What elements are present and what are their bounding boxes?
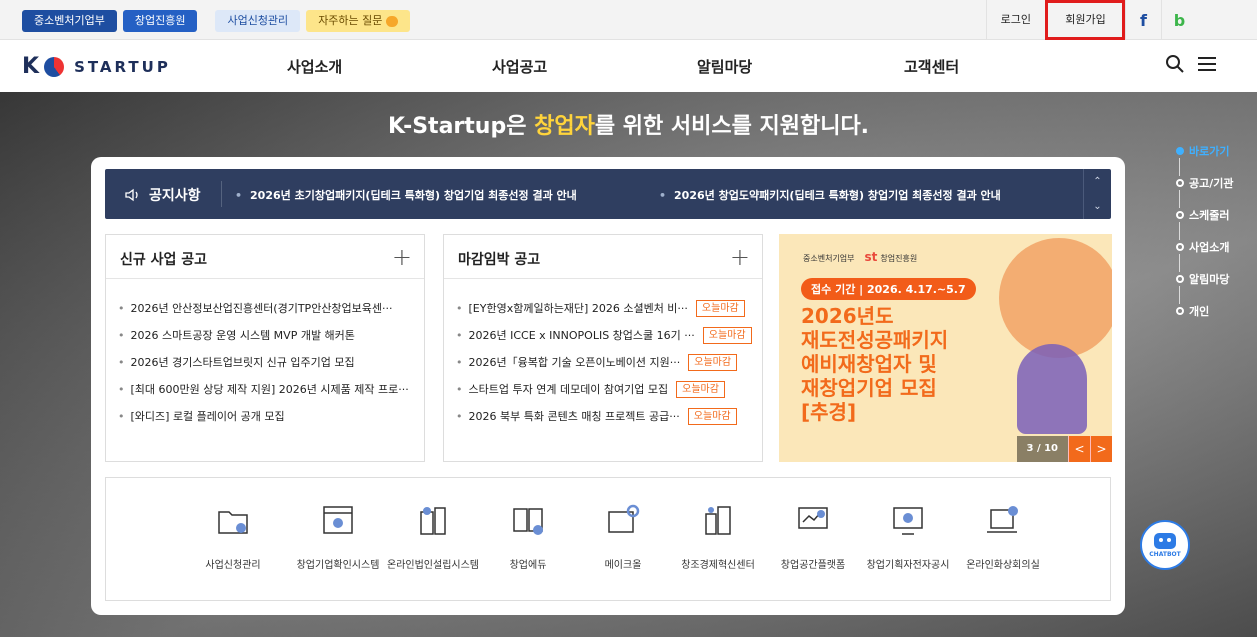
- city-icon: [705, 506, 731, 535]
- notice-item[interactable]: 2026년 창업도약패키지(딥테크 특화형) 창업기업 최종선정 결과 안내: [659, 187, 1001, 203]
- chatbot-label: CHATBOT: [1149, 550, 1181, 558]
- robot-icon: [1154, 532, 1176, 549]
- building-icon: [420, 507, 446, 535]
- list-item[interactable]: • 2026 북부 특화 콘텐츠 매칭 프로젝트 공급··· 오늘마감: [456, 403, 752, 430]
- plus-icon[interactable]: +: [392, 243, 412, 271]
- service-makeall[interactable]: 메이크올: [578, 478, 668, 602]
- book-icon: [513, 508, 543, 535]
- hero-title: K-Startup은 창업자를 위한 서비스를 지원합니다.: [387, 114, 870, 139]
- service-creative-economy[interactable]: 창조경제혁신센터: [673, 478, 763, 602]
- main-panel: 공지사항 2026년 초기창업패키지(딥테크 특화형) 창업기업 최종선정 결과…: [91, 157, 1125, 615]
- banner-headline: 2026년도 재도전성공패키지 예비재창업자 및 재창업기업 모집 [추경]: [801, 304, 949, 424]
- quicknav-personal[interactable]: 개인: [1176, 304, 1256, 318]
- faq-label: 자주하는 질문: [318, 14, 383, 27]
- deadline-today-badge: 오늘마감: [676, 381, 725, 398]
- monitor-icon: [893, 507, 923, 535]
- dot-icon: [1176, 243, 1184, 251]
- speaker-icon: [125, 188, 138, 202]
- nav-business-notice[interactable]: 사업공고: [492, 56, 547, 77]
- dot-icon: [1176, 211, 1184, 219]
- chevron-right-icon[interactable]: >: [1090, 436, 1112, 462]
- deadline-title: 마감임박 공고: [458, 252, 541, 268]
- illustration-person: [999, 238, 1112, 358]
- list-item[interactable]: • 2026년 경기스타트업브릿지 신규 입주기업 모집: [118, 349, 414, 376]
- nav-customer-center[interactable]: 고객센터: [904, 56, 959, 77]
- service-accelerator-disclosure[interactable]: 창업기획자전자공시: [863, 478, 953, 602]
- services-row: 사업신청관리 창업기업확인시스템 온라인법인설립시스템 창업에듀 메이크올 창조…: [105, 477, 1111, 601]
- list-item[interactable]: • 2026년 안산정보산업진흥센터(경기TP안산창업보육센···: [118, 295, 414, 322]
- folder-icon: [218, 511, 248, 534]
- banner-orgs: 중소벤처기업부 st 창업진흥원: [803, 250, 918, 264]
- notice-label[interactable]: 공지사항: [125, 185, 201, 205]
- list-item[interactable]: • 2026 스마트공장 운영 시스템 MVP 개발 해커톤: [118, 322, 414, 349]
- list-item[interactable]: • [EY한영x함께일하는재단] 2026 소셜벤처 비··· 오늘마감: [456, 295, 752, 322]
- deadline-box: 마감임박 공고 + • [EY한영x함께일하는재단] 2026 소셜벤처 비···…: [443, 234, 763, 462]
- browser-check-icon: [323, 506, 353, 534]
- nav-news[interactable]: 알림마당: [697, 56, 752, 77]
- logo-mark-icon: [44, 56, 65, 77]
- login-link[interactable]: 로그인: [985, 0, 1045, 40]
- kstartup-logo[interactable]: K STARTUP: [22, 54, 171, 79]
- mss-link[interactable]: 중소벤처기업부: [22, 10, 117, 32]
- illustration-person: [1017, 344, 1087, 434]
- dot-icon: [1176, 179, 1184, 187]
- service-online-incorporation[interactable]: 온라인법인설립시스템: [387, 478, 479, 602]
- quicknav-business[interactable]: 사업소개: [1176, 240, 1256, 254]
- banner-counter: 3 / 10: [1016, 436, 1068, 462]
- banner-date: 접수 기간 | 2026. 4.17.~5.7: [801, 278, 976, 300]
- list-item[interactable]: • [와디즈] 로컬 플레이어 공개 모집: [118, 403, 414, 430]
- list-item[interactable]: • 2026년「융복합 기술 오픈이노베이션 지원··· 오늘마감: [456, 349, 752, 376]
- service-startup-edu[interactable]: 창업에듀: [483, 478, 573, 602]
- facebook-icon[interactable]: f: [1125, 0, 1161, 40]
- service-space-platform[interactable]: 창업공간플랫폼: [768, 478, 858, 602]
- notice-item[interactable]: 2026년 초기창업패키지(딥테크 특화형) 창업기업 최종선정 결과 안내: [235, 187, 577, 203]
- chat-bubble-icon: [386, 15, 399, 27]
- quicknav-notice-org[interactable]: 공고/기관: [1176, 176, 1256, 190]
- service-startup-verify[interactable]: 창업기업확인시스템: [293, 478, 383, 602]
- blog-icon[interactable]: b: [1161, 0, 1197, 40]
- quicknav-scheduler[interactable]: 스케줄러: [1176, 208, 1256, 222]
- signup-link[interactable]: 회원가입: [1045, 0, 1125, 40]
- deadline-today-badge: 오늘마감: [702, 327, 752, 344]
- chevron-left-icon[interactable]: <: [1068, 436, 1090, 462]
- deadline-today-badge: 오늘마감: [688, 354, 738, 371]
- new-business-box: 신규 사업 공고 + • 2026년 안산정보산업진흥센터(경기TP안산창업보육센…: [105, 234, 425, 462]
- chatbot-button[interactable]: CHATBOT: [1140, 520, 1190, 570]
- biz-application-link[interactable]: 사업신청관리: [215, 10, 301, 32]
- deadline-today-badge: 오늘마감: [687, 408, 737, 425]
- dot-icon: [1176, 147, 1184, 155]
- nav-business-intro[interactable]: 사업소개: [287, 56, 342, 77]
- kised-link[interactable]: 창업진흥원: [122, 10, 198, 32]
- dot-icon: [1176, 307, 1184, 315]
- quicknav-shortcut[interactable]: 바로가기: [1176, 144, 1256, 158]
- deadline-today-badge: 오늘마감: [695, 300, 745, 317]
- notice-arrows: ⌃ ⌄: [1083, 169, 1111, 219]
- banner-controls: 3 / 10 < >: [1016, 436, 1112, 462]
- search-icon[interactable]: [1165, 54, 1185, 74]
- board-chart-icon: [798, 507, 828, 529]
- utility-bar: 중소벤처기업부 창업진흥원 사업신청관리 자주하는 질문 로그인 회원가입 f …: [0, 0, 1257, 40]
- quicknav-news[interactable]: 알림마당: [1176, 272, 1256, 286]
- main-header: K STARTUP 사업소개 사업공고 알림마당 고객센터: [0, 40, 1257, 92]
- laptop-video-icon: [987, 506, 1018, 533]
- promo-banner[interactable]: 중소벤처기업부 st 창업진흥원 접수 기간 | 2026. 4.17.~5.7 2…: [779, 234, 1112, 462]
- plus-icon[interactable]: +: [730, 243, 750, 271]
- logo-text: STARTUP: [74, 57, 171, 76]
- new-business-title: 신규 사업 공고: [120, 252, 208, 268]
- chevron-up-icon[interactable]: ⌃: [1093, 176, 1101, 187]
- dot-icon: [1176, 275, 1184, 283]
- chevron-down-icon[interactable]: ⌄: [1093, 201, 1101, 212]
- menu-icon[interactable]: [1197, 54, 1217, 74]
- document-gear-icon: [608, 504, 640, 533]
- logo-k: K: [22, 54, 39, 79]
- list-item[interactable]: • 스타트업 투자 연계 데모데이 참여기업 모집 오늘마감: [456, 376, 752, 403]
- list-item[interactable]: • 2026년 ICCE x INNOPOLIS 창업스쿨 16기 ··· 오늘마감: [456, 322, 752, 349]
- notice-ticker: 공지사항 2026년 초기창업패키지(딥테크 특화형) 창업기업 최종선정 결과…: [105, 169, 1111, 219]
- service-video-conference[interactable]: 온라인화상회의실: [958, 478, 1048, 602]
- list-item[interactable]: • [최대 600만원 상당 제작 지원] 2026년 시제품 제작 프로···: [118, 376, 414, 403]
- quick-nav: 바로가기 공고/기관 스케줄러 사업소개 알림마당 개인: [1176, 144, 1256, 318]
- faq-link[interactable]: 자주하는 질문: [306, 10, 411, 32]
- service-biz-application[interactable]: 사업신청관리: [188, 478, 278, 602]
